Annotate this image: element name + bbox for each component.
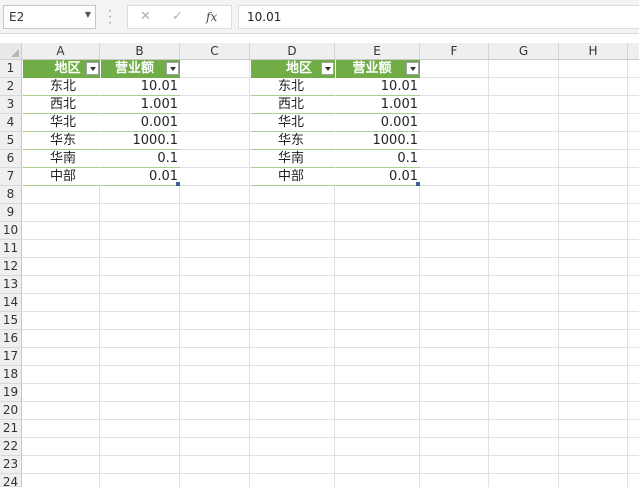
table-cell[interactable]: 10.01: [336, 78, 420, 96]
table-cell[interactable]: 东北: [23, 78, 100, 96]
table-resize-handle[interactable]: [176, 182, 180, 186]
row-header-6[interactable]: 6: [0, 150, 22, 168]
table-cell[interactable]: 10.01: [101, 78, 180, 96]
row-header-12[interactable]: 12: [0, 258, 22, 276]
row-header-9[interactable]: 9: [0, 204, 22, 222]
formula-bar: E2 ▼ · · · ✕ ✓ fx 10.01: [0, 0, 639, 34]
filter-dropdown-icon[interactable]: [321, 62, 334, 75]
row-header-22[interactable]: 22: [0, 438, 22, 456]
name-box-value: E2: [9, 10, 25, 24]
table-header-cell[interactable]: 营业额: [101, 60, 180, 78]
table-cell[interactable]: 1000.1: [101, 132, 180, 150]
table-cell[interactable]: 华北: [23, 114, 100, 132]
table-cell[interactable]: 西北: [251, 96, 335, 114]
column-header-a[interactable]: A: [22, 43, 100, 60]
row-header-18[interactable]: 18: [0, 366, 22, 384]
formula-input[interactable]: 10.01: [238, 5, 639, 29]
row-header-7[interactable]: 7: [0, 168, 22, 186]
table-cell[interactable]: 西北: [23, 96, 100, 114]
row-header-8[interactable]: 8: [0, 186, 22, 204]
row-header-24[interactable]: 24: [0, 474, 22, 487]
header-label: 营业额: [114, 61, 154, 76]
function-icon[interactable]: fx: [206, 10, 217, 24]
row-header-20[interactable]: 20: [0, 402, 22, 420]
table-cell[interactable]: 0.1: [336, 150, 420, 168]
row-header-16[interactable]: 16: [0, 330, 22, 348]
formula-buttons: ✕ ✓ fx: [127, 5, 232, 29]
column-header-b[interactable]: B: [100, 43, 180, 60]
table-cell[interactable]: 华东: [251, 132, 335, 150]
row-header-15[interactable]: 15: [0, 312, 22, 330]
header-label: 营业额: [352, 61, 392, 76]
filter-dropdown-icon[interactable]: [86, 62, 99, 75]
table-header-cell[interactable]: 营业额: [336, 60, 420, 78]
column-header-h[interactable]: H: [559, 43, 628, 60]
table-resize-handle[interactable]: [416, 182, 420, 186]
row-header-14[interactable]: 14: [0, 294, 22, 312]
row-header-1[interactable]: 1: [0, 60, 22, 78]
column-header-d[interactable]: D: [250, 43, 335, 60]
row-header-23[interactable]: 23: [0, 456, 22, 474]
table-cell[interactable]: 1.001: [101, 96, 180, 114]
column-header-e[interactable]: E: [335, 43, 420, 60]
column-header-f[interactable]: F: [420, 43, 489, 60]
table-cell[interactable]: 中部: [23, 168, 100, 186]
row-header-17[interactable]: 17: [0, 348, 22, 366]
column-header-i[interactable]: [628, 43, 639, 60]
row-header-10[interactable]: 10: [0, 222, 22, 240]
table-cell[interactable]: 华南: [251, 150, 335, 168]
table-cell[interactable]: 0.1: [101, 150, 180, 168]
table-cell[interactable]: 华南: [23, 150, 100, 168]
column-header-c[interactable]: C: [180, 43, 250, 60]
row-header-2[interactable]: 2: [0, 78, 22, 96]
header-label: 地区: [285, 61, 312, 76]
table-header-cell[interactable]: 地区: [23, 60, 100, 78]
table-cell[interactable]: 0.01: [336, 168, 420, 186]
table-cell[interactable]: 华北: [251, 114, 335, 132]
name-box[interactable]: E2 ▼: [3, 5, 96, 29]
row-header-5[interactable]: 5: [0, 132, 22, 150]
row-header-13[interactable]: 13: [0, 276, 22, 294]
table-cell[interactable]: 1.001: [336, 96, 420, 114]
table-cell[interactable]: 1000.1: [336, 132, 420, 150]
table-cell[interactable]: 0.001: [336, 114, 420, 132]
table-cell[interactable]: 0.001: [101, 114, 180, 132]
row-header-4[interactable]: 4: [0, 114, 22, 132]
drag-handle-icon[interactable]: · · ·: [107, 5, 113, 29]
select-all-corner[interactable]: [0, 43, 22, 60]
filter-dropdown-icon[interactable]: [406, 62, 419, 75]
table-cell[interactable]: 0.01: [101, 168, 180, 186]
row-header-11[interactable]: 11: [0, 240, 22, 258]
table-cell[interactable]: 东北: [251, 78, 335, 96]
column-header-g[interactable]: G: [489, 43, 559, 60]
table-cell[interactable]: 华东: [23, 132, 100, 150]
cancel-icon[interactable]: ✕: [140, 9, 151, 24]
row-header-3[interactable]: 3: [0, 96, 22, 114]
table-cell[interactable]: 中部: [251, 168, 335, 186]
filter-dropdown-icon[interactable]: [166, 62, 179, 75]
row-header-19[interactable]: 19: [0, 384, 22, 402]
chevron-down-icon[interactable]: ▼: [85, 10, 91, 19]
confirm-icon[interactable]: ✓: [172, 9, 183, 24]
header-label: 地区: [54, 61, 81, 76]
row-header-21[interactable]: 21: [0, 420, 22, 438]
table-header-cell[interactable]: 地区: [251, 60, 335, 78]
